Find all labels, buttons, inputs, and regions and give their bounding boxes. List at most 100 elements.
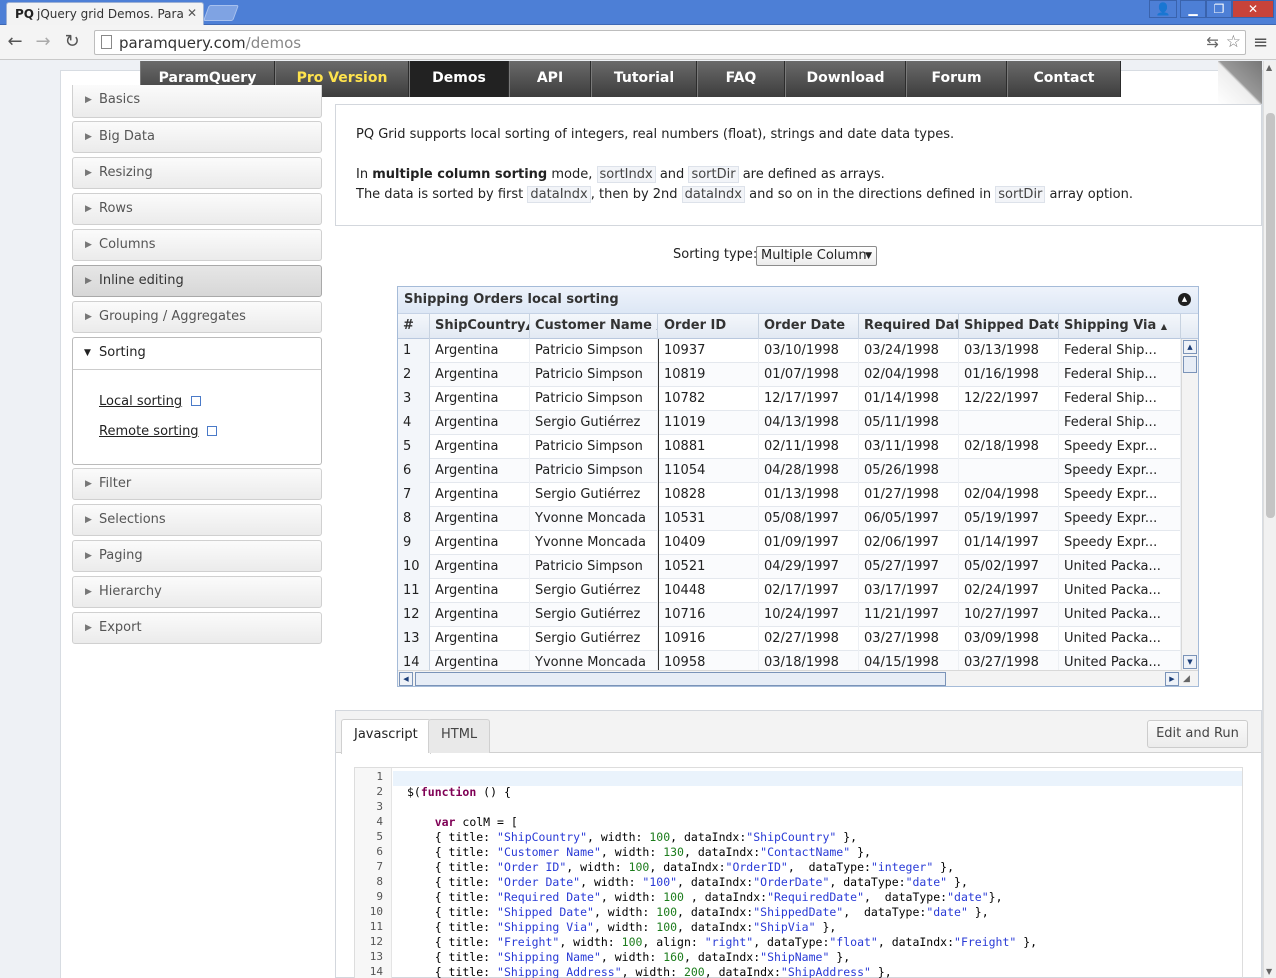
cell-order-date[interactable]: 01/13/1998 (759, 483, 859, 507)
cell-required-date[interactable]: 05/11/1998 (859, 411, 959, 435)
cell-row-number[interactable]: 9 (398, 531, 430, 555)
cell-shipped-date[interactable] (959, 411, 1059, 435)
column-header-order-id[interactable]: Order ID (659, 314, 759, 339)
sidebar-item-inline-editing[interactable]: ▶ Inline editing (72, 265, 322, 297)
cell-customer-name[interactable]: Yvonne Moncada (530, 531, 658, 555)
cell-row-number[interactable]: 1 (398, 339, 430, 363)
table-row[interactable]: 6 Argentina Patricio Simpson 11054 04/28/199… (398, 459, 1181, 483)
cell-shipping-via[interactable]: Speedy Expr... (1059, 531, 1181, 555)
cell-shipping-via[interactable]: Speedy Expr... (1059, 435, 1181, 459)
sidebar-item-selections[interactable]: ▶ Selections (72, 504, 322, 536)
column-header-shipping-via[interactable]: Shipping Via ▲ (1059, 314, 1181, 339)
sidebar-item-basics[interactable]: ▶ Basics (72, 85, 322, 118)
sidebar-item-filter[interactable]: ▶ Filter (72, 468, 322, 500)
cell-row-number[interactable]: 5 (398, 435, 430, 459)
cell-customer-name[interactable]: Yvonne Moncada (530, 507, 658, 531)
cell-order-id[interactable]: 10531 (659, 507, 759, 531)
cell-order-date[interactable]: 01/07/1998 (759, 363, 859, 387)
cell-order-id[interactable]: 10448 (659, 579, 759, 603)
cell-order-date[interactable]: 01/09/1997 (759, 531, 859, 555)
cell-ship-country[interactable]: Argentina (430, 363, 530, 387)
cell-row-number[interactable]: 12 (398, 603, 430, 627)
sidebar-item-resizing[interactable]: ▶ Resizing (72, 157, 322, 189)
nav-contact[interactable]: Contact (1007, 61, 1121, 97)
table-row[interactable]: 8 Argentina Yvonne Moncada 10531 05/08/1997 0… (398, 507, 1181, 531)
cell-shipping-via[interactable]: Federal Ship... (1059, 363, 1181, 387)
browser-menu-icon[interactable]: ≡ (1253, 32, 1268, 53)
cell-shipped-date[interactable]: 02/04/1998 (959, 483, 1059, 507)
cell-row-number[interactable]: 11 (398, 579, 430, 603)
cell-customer-name[interactable]: Sergio Gutiérrez (530, 627, 658, 651)
cell-required-date[interactable]: 03/24/1998 (859, 339, 959, 363)
cell-shipped-date[interactable]: 05/02/1997 (959, 555, 1059, 579)
cell-ship-country[interactable]: Argentina (430, 459, 530, 483)
close-window-icon[interactable]: ✕ (1232, 0, 1274, 18)
cell-required-date[interactable]: 11/21/1997 (859, 603, 959, 627)
table-row[interactable]: 1 Argentina Patricio Simpson 10937 03/10/199… (398, 339, 1181, 363)
cell-shipped-date[interactable]: 02/24/1997 (959, 579, 1059, 603)
code-editor[interactable]: 1 2 3 4 5 6 7 8 9 10 11 12 13 14 $(function () { var … (354, 767, 1243, 978)
tab-html[interactable]: HTML (428, 719, 491, 753)
grid-vscroll-thumb[interactable] (1183, 356, 1197, 373)
column-header-shipped-date[interactable]: Shipped Date (959, 314, 1059, 339)
cell-shipping-via[interactable]: Federal Ship... (1059, 411, 1181, 435)
cell-customer-name[interactable]: Patricio Simpson (530, 387, 658, 411)
cell-ship-country[interactable]: Argentina (430, 507, 530, 531)
cell-required-date[interactable]: 06/05/1997 (859, 507, 959, 531)
sidebar-item-paging[interactable]: ▶ Paging (72, 540, 322, 572)
cell-order-id[interactable]: 11054 (659, 459, 759, 483)
cell-ship-country[interactable]: Argentina (430, 603, 530, 627)
tab-javascript[interactable]: Javascript (341, 719, 431, 754)
cell-shipping-via[interactable]: Federal Ship... (1059, 339, 1181, 363)
browser-tab[interactable]: PQ jQuery grid Demos. Para ✕ (6, 2, 204, 25)
cell-required-date[interactable]: 03/11/1998 (859, 435, 959, 459)
cell-required-date[interactable]: 01/27/1998 (859, 483, 959, 507)
column-header-number[interactable]: # (398, 314, 430, 339)
external-link-icon[interactable] (207, 426, 217, 436)
cell-required-date[interactable]: 02/06/1997 (859, 531, 959, 555)
reload-icon[interactable]: ↻ (61, 31, 83, 53)
cell-ship-country[interactable]: Argentina (430, 531, 530, 555)
cell-shipped-date[interactable]: 10/27/1997 (959, 603, 1059, 627)
cell-shipped-date[interactable]: 03/13/1998 (959, 339, 1059, 363)
cell-order-id[interactable]: 11019 (659, 411, 759, 435)
cell-shipped-date[interactable]: 01/14/1997 (959, 531, 1059, 555)
cell-ship-country[interactable]: Argentina (430, 387, 530, 411)
cell-ship-country[interactable]: Argentina (430, 579, 530, 603)
table-row[interactable]: 9 Argentina Yvonne Moncada 10409 01/09/1997 0… (398, 531, 1181, 555)
cell-order-id[interactable]: 10782 (659, 387, 759, 411)
scroll-right-icon[interactable]: ▶ (1165, 672, 1179, 686)
cell-customer-name[interactable]: Patricio Simpson (530, 339, 658, 363)
cell-row-number[interactable]: 7 (398, 483, 430, 507)
table-row[interactable]: 10 Argentina Patricio Simpson 10521 04/29/19… (398, 555, 1181, 579)
table-row[interactable]: 12 Argentina Sergio Gutiérrez 10716 10/24/19… (398, 603, 1181, 627)
cell-order-date[interactable]: 03/10/1998 (759, 339, 859, 363)
cell-ship-country[interactable]: Argentina (430, 339, 530, 363)
cell-shipping-via[interactable]: Speedy Expr... (1059, 507, 1181, 531)
external-link-icon[interactable] (191, 396, 201, 406)
restore-icon[interactable]: ❐ (1206, 0, 1232, 18)
table-row[interactable]: 4 Argentina Sergio Gutiérrez 11019 04/13/199… (398, 411, 1181, 435)
cell-shipped-date[interactable]: 05/19/1997 (959, 507, 1059, 531)
back-icon[interactable]: ← (4, 31, 26, 53)
table-row[interactable]: 11 Argentina Sergio Gutiérrez 10448 02/17/19… (398, 579, 1181, 603)
cell-shipping-via[interactable]: Speedy Expr... (1059, 483, 1181, 507)
table-row[interactable]: 5 Argentina Patricio Simpson 10881 02/11/199… (398, 435, 1181, 459)
cell-shipped-date[interactable]: 03/09/1998 (959, 627, 1059, 651)
cell-order-date[interactable]: 02/11/1998 (759, 435, 859, 459)
table-row[interactable]: 13 Argentina Sergio Gutiérrez 10916 02/27/19… (398, 627, 1181, 651)
cell-order-id[interactable]: 10916 (659, 627, 759, 651)
cell-required-date[interactable]: 05/26/1998 (859, 459, 959, 483)
cell-order-date[interactable]: 10/24/1997 (759, 603, 859, 627)
table-row[interactable]: 7 Argentina Sergio Gutiérrez 10828 01/13/199… (398, 483, 1181, 507)
cell-order-date[interactable]: 02/17/1997 (759, 579, 859, 603)
column-header-required-date[interactable]: Required Date (859, 314, 959, 339)
cell-row-number[interactable]: 6 (398, 459, 430, 483)
grid-vertical-scrollbar[interactable]: ▲ ▼ (1181, 339, 1198, 670)
scroll-up-icon[interactable]: ▲ (1266, 63, 1272, 72)
cell-row-number[interactable]: 3 (398, 387, 430, 411)
scroll-down-icon[interactable]: ▼ (1183, 655, 1197, 669)
cell-required-date[interactable]: 05/27/1997 (859, 555, 959, 579)
cell-row-number[interactable]: 8 (398, 507, 430, 531)
cell-order-id[interactable]: 10937 (659, 339, 759, 363)
